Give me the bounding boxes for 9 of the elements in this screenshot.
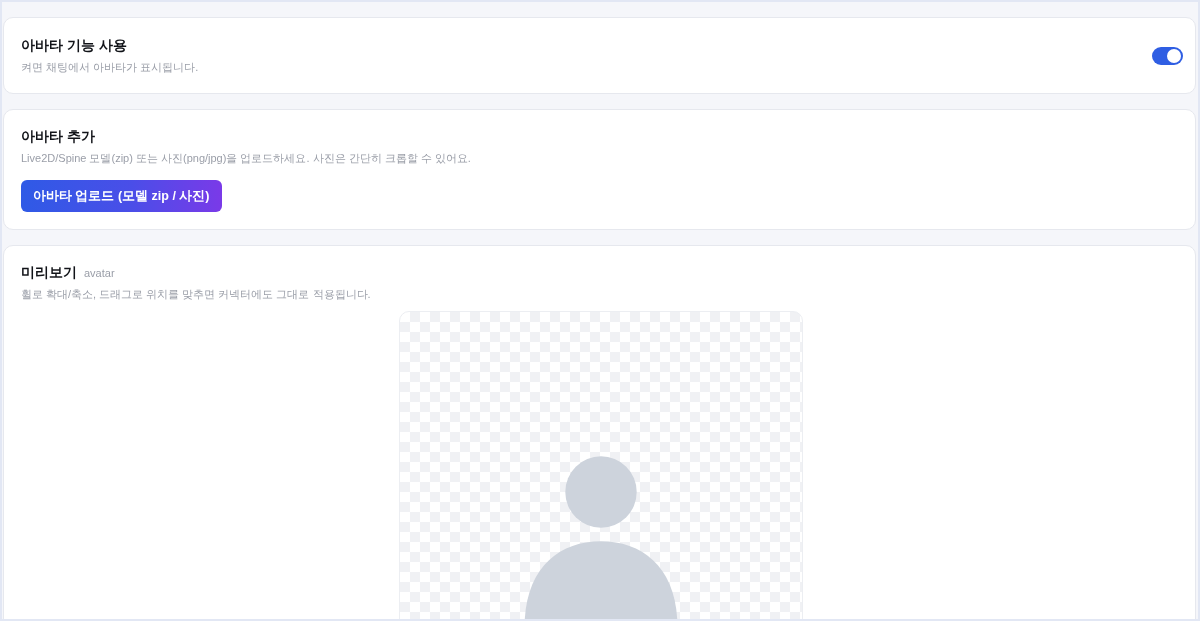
section-description: Live2D/Spine 모델(zip) 또는 사진(png/jpg)을 업로드하세요. 사진은 간단히 크롭할 수 있어요. [21, 151, 472, 166]
section-title: 미리보기 [21, 264, 77, 282]
section-description: 휠로 확대/축소, 드래그로 위치를 맞추면 커넥터에도 그대로 적용됩니다. [21, 287, 372, 302]
section-title: 아바타 추가 [21, 128, 96, 146]
section-tag: avatar [84, 265, 115, 281]
setting-title: 아바타 기능 사용 [21, 37, 128, 55]
toggle-switch[interactable] [1152, 47, 1183, 65]
upload-button[interactable]: 아바타 업로드 (모델 zip / 사진) [21, 180, 222, 212]
setting-description: 켜면 채팅에서 아바타가 표시됩니다. [21, 60, 199, 75]
